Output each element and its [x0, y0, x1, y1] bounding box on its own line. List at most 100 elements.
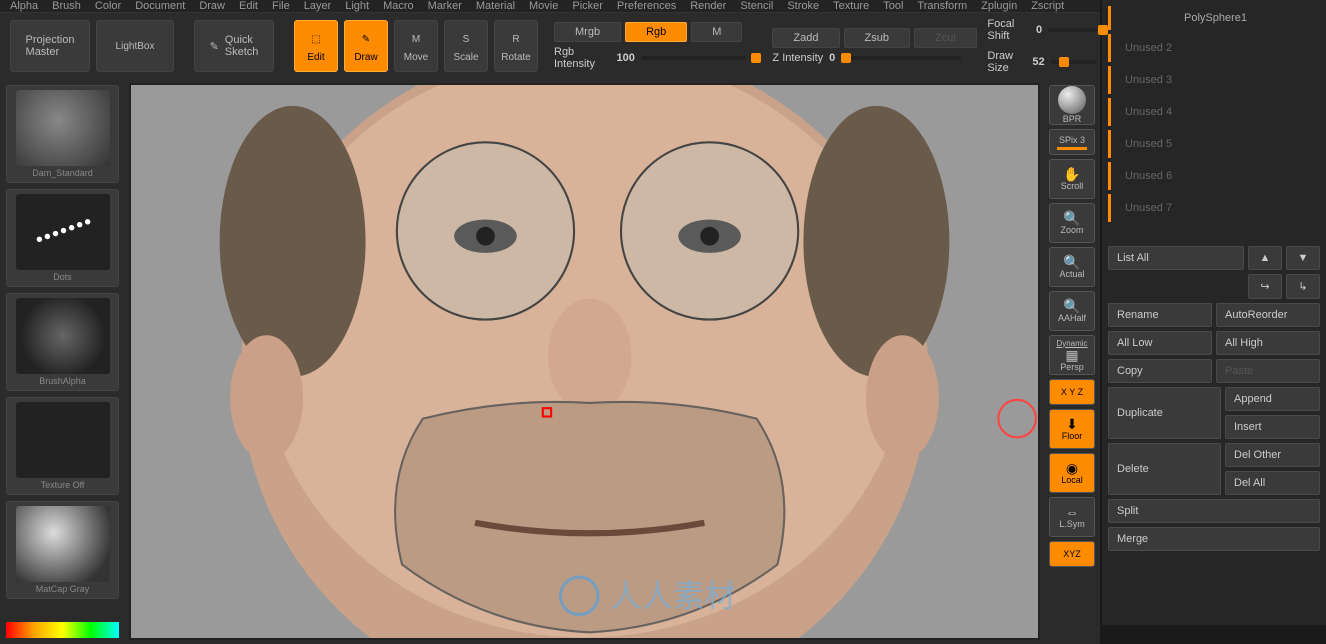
z-intensity-label: Z Intensity — [772, 52, 823, 64]
subtool-unused[interactable]: Unused 5 — [1108, 130, 1320, 158]
menu-color[interactable]: Color — [95, 0, 121, 12]
menu-material[interactable]: Material — [476, 0, 515, 12]
stroke-thumbnail[interactable]: Dots — [6, 189, 119, 287]
copy-button[interactable]: Copy — [1108, 359, 1212, 383]
subtool-unused[interactable]: Unused 6 — [1108, 162, 1320, 190]
subtool-header[interactable]: PolySphere1 — [1108, 6, 1320, 30]
texture-thumbnail[interactable]: Texture Off — [6, 397, 119, 495]
viewport[interactable]: 人人素材 — [129, 83, 1040, 640]
edit-button[interactable]: ⬚Edit — [294, 20, 338, 72]
forward-button[interactable]: ↪ — [1248, 274, 1282, 299]
magnifier-icon: 🔍 — [1063, 299, 1080, 313]
scroll-button[interactable]: ✋Scroll — [1049, 159, 1095, 199]
floor-button[interactable]: ⬇Floor — [1049, 409, 1095, 449]
m-button[interactable]: M — [691, 22, 742, 42]
left-panel: Dam_Standard Dots BrushAlpha Texture Off… — [0, 79, 125, 644]
material-thumbnail[interactable]: MatCap Gray — [6, 501, 119, 599]
hand-icon: ✋ — [1063, 167, 1080, 181]
brush-swirl-icon — [16, 90, 110, 166]
rename-button[interactable]: Rename — [1108, 303, 1212, 327]
draw-button[interactable]: ✎Draw — [344, 20, 388, 72]
menu-tool[interactable]: Tool — [883, 0, 903, 12]
draw-icon: ✎ — [356, 30, 376, 50]
list-all-button[interactable]: List All — [1108, 246, 1244, 270]
menu-movie[interactable]: Movie — [529, 0, 558, 12]
move-down-button[interactable]: ▼ — [1286, 246, 1320, 270]
menu-brush[interactable]: Brush — [52, 0, 81, 12]
lsym-button[interactable]: ⇔L.Sym — [1049, 497, 1095, 537]
insert-button[interactable]: Insert — [1225, 415, 1320, 439]
menu-zscript[interactable]: Zscript — [1031, 0, 1064, 12]
menu-picker[interactable]: Picker — [572, 0, 603, 12]
menu-draw[interactable]: Draw — [199, 0, 225, 12]
brush-thumbnail[interactable]: Dam_Standard — [6, 85, 119, 183]
menu-edit[interactable]: Edit — [239, 0, 258, 12]
draw-size-slider[interactable] — [1051, 60, 1098, 64]
xyz-button[interactable]: X Y Z — [1049, 379, 1095, 405]
bpr-button[interactable]: BPR — [1049, 85, 1095, 125]
del-all-button[interactable]: Del All — [1225, 471, 1320, 495]
subtool-unused[interactable]: Unused 7 — [1108, 194, 1320, 222]
arrow-up-icon: ▲ — [1260, 252, 1271, 264]
menu-marker[interactable]: Marker — [428, 0, 462, 12]
xyz2-button[interactable]: XYZ — [1049, 541, 1095, 567]
subtool-unused[interactable]: Unused 3 — [1108, 66, 1320, 94]
subtool-unused[interactable]: Unused 4 — [1108, 98, 1320, 126]
rgb-intensity-slider[interactable] — [641, 56, 747, 60]
menu-stroke[interactable]: Stroke — [787, 0, 819, 12]
scale-button[interactable]: SScale — [444, 20, 488, 72]
focal-shift-slider[interactable] — [1048, 28, 1097, 32]
zoom-button[interactable]: 🔍Zoom — [1049, 203, 1095, 243]
all-low-button[interactable]: All Low — [1108, 331, 1212, 355]
zsub-button[interactable]: Zsub — [844, 28, 910, 48]
subtool-unused[interactable]: Unused 2 — [1108, 34, 1320, 62]
menu-document[interactable]: Document — [135, 0, 185, 12]
magnifier-icon: 🔍 — [1063, 255, 1080, 269]
z-intensity-value: 0 — [829, 52, 835, 64]
move-up-button[interactable]: ▲ — [1248, 246, 1282, 270]
del-other-button[interactable]: Del Other — [1225, 443, 1320, 467]
projection-master-button[interactable]: Projection Master — [10, 20, 90, 72]
local-icon: ◉ — [1066, 461, 1078, 475]
rgb-button[interactable]: Rgb — [625, 22, 687, 42]
autoreorder-button[interactable]: AutoReorder — [1216, 303, 1320, 327]
menu-zplugin[interactable]: Zplugin — [981, 0, 1017, 12]
zadd-button[interactable]: Zadd — [772, 28, 839, 48]
paste-button[interactable]: Paste — [1216, 359, 1320, 383]
menu-light[interactable]: Light — [345, 0, 369, 12]
delete-button[interactable]: Delete — [1108, 443, 1221, 495]
spix-button[interactable]: SPix 3 — [1049, 129, 1095, 155]
return-button[interactable]: ↳ — [1286, 274, 1320, 299]
menu-alpha[interactable]: Alpha — [10, 0, 38, 12]
menu-transform[interactable]: Transform — [917, 0, 967, 12]
append-button[interactable]: Append — [1225, 387, 1320, 411]
pencil-icon: ✎ — [210, 40, 219, 53]
move-button[interactable]: MMove — [394, 20, 438, 72]
mrgb-button[interactable]: Mrgb — [554, 22, 621, 42]
rotate-button[interactable]: RRotate — [494, 20, 538, 72]
alpha-thumbnail[interactable]: BrushAlpha — [6, 293, 119, 391]
actual-button[interactable]: 🔍Actual — [1049, 247, 1095, 287]
persp-button[interactable]: Dynamic▦Persp — [1049, 335, 1095, 375]
quick-sketch-button[interactable]: ✎Quick Sketch — [194, 20, 274, 72]
menu-file[interactable]: File — [272, 0, 290, 12]
menu-preferences[interactable]: Preferences — [617, 0, 676, 12]
z-intensity-slider[interactable] — [841, 56, 961, 60]
menu-layer[interactable]: Layer — [304, 0, 332, 12]
duplicate-button[interactable]: Duplicate — [1108, 387, 1221, 439]
zcut-button[interactable]: Zcut — [914, 28, 977, 48]
all-high-button[interactable]: All High — [1216, 331, 1320, 355]
menu-stencil[interactable]: Stencil — [740, 0, 773, 12]
material-sphere-icon — [16, 506, 110, 582]
merge-button[interactable]: Merge — [1108, 527, 1320, 551]
menu-macro[interactable]: Macro — [383, 0, 414, 12]
lightbox-button[interactable]: LightBox — [96, 20, 174, 72]
split-button[interactable]: Split — [1108, 499, 1320, 523]
grid-icon: ▦ — [1065, 348, 1078, 362]
aahalf-button[interactable]: 🔍AAHalf — [1049, 291, 1095, 331]
color-spectrum[interactable] — [6, 622, 119, 638]
menu-render[interactable]: Render — [690, 0, 726, 12]
arrow-right-icon: ↪ — [1260, 281, 1269, 293]
local-button[interactable]: ◉Local — [1049, 453, 1095, 493]
menu-texture[interactable]: Texture — [833, 0, 869, 12]
